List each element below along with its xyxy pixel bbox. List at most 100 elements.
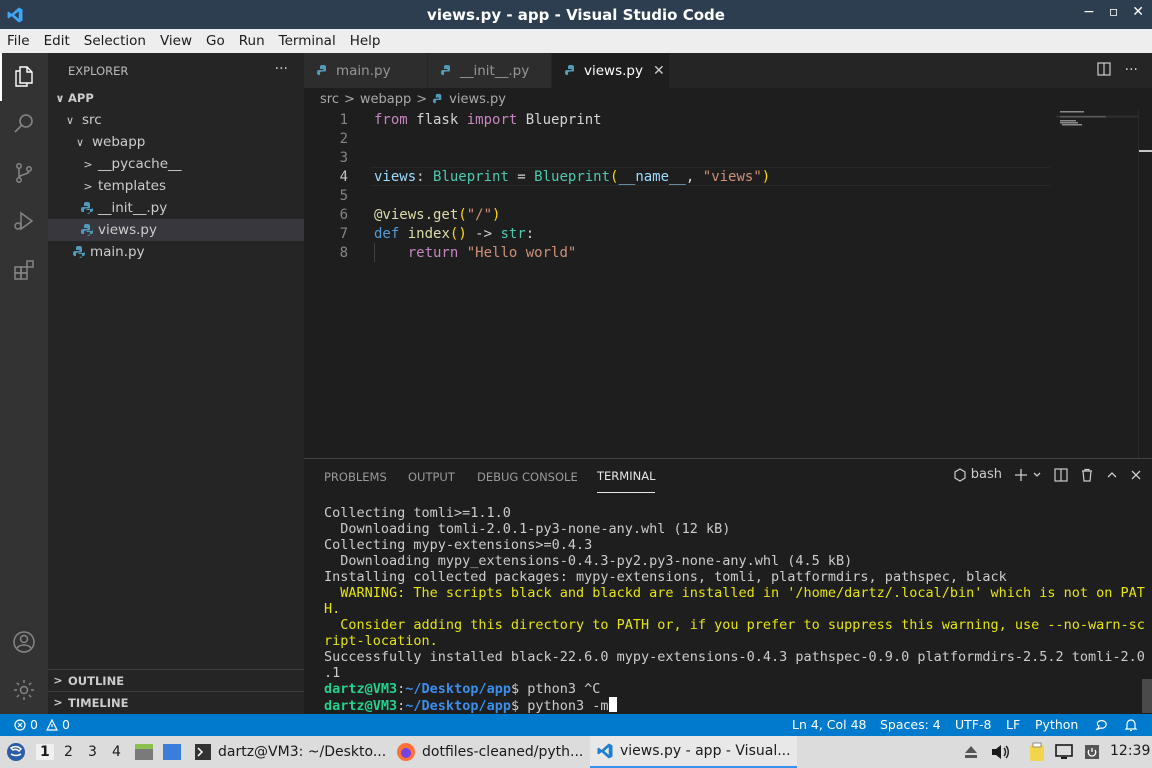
- minimize-button[interactable]: −: [1083, 4, 1095, 20]
- account-icon[interactable]: [12, 630, 36, 654]
- code-editor[interactable]: 1 from flask import Blueprint 2 3 4 view…: [304, 110, 1152, 458]
- task-firefox[interactable]: dotfiles-cleaned/pyth...: [392, 736, 587, 768]
- terminal-shell-icon: [954, 467, 966, 482]
- editor-scrollbar[interactable]: [1138, 110, 1152, 458]
- terminal-app-icon: [195, 744, 211, 760]
- indentation-status[interactable]: Spaces: 4: [880, 717, 941, 732]
- clipboard-icon[interactable]: [1028, 742, 1046, 762]
- tab-label: main.py: [336, 62, 391, 79]
- tab-init-py[interactable]: __init__.py: [428, 53, 552, 88]
- terminal-line: Successfully installed black-22.6.0 mypy…: [324, 649, 1145, 665]
- tab-problems[interactable]: PROBLEMS: [324, 459, 387, 494]
- python-file-icon: [81, 202, 93, 214]
- add-terminal-icon[interactable]: [1014, 468, 1028, 482]
- outline-section[interactable]: > OUTLINE: [48, 669, 304, 691]
- maximize-button[interactable]: ▫: [1109, 4, 1119, 20]
- tree-folder-app[interactable]: ∨ APP: [48, 87, 304, 109]
- tab-main-py[interactable]: main.py: [304, 53, 428, 88]
- close-window-button[interactable]: ✕: [1132, 4, 1144, 20]
- task-terminal[interactable]: dartz@VM3: ~/Deskto...: [190, 736, 390, 768]
- menu-bar: File Edit Selection View Go Run Terminal…: [0, 29, 1152, 53]
- title-bar: views.py - app - Visual Studio Code − ▫ …: [0, 0, 1152, 29]
- extensions-icon[interactable]: [12, 258, 36, 282]
- network-icon[interactable]: [1054, 743, 1074, 761]
- breadcrumb-views[interactable]: views.py: [449, 92, 506, 107]
- tab-terminal[interactable]: TERMINAL: [597, 460, 656, 493]
- code-line-2: 2: [304, 129, 1054, 148]
- split-terminal-icon[interactable]: [1054, 467, 1068, 482]
- task-label: dotfiles-cleaned/pyth...: [422, 744, 584, 760]
- task-vscode[interactable]: views.py - app - Visual...: [590, 736, 797, 768]
- run-debug-icon[interactable]: [12, 209, 36, 233]
- menu-terminal[interactable]: Terminal: [272, 33, 343, 49]
- tree-folder-pycache[interactable]: > __pycache__: [48, 153, 304, 175]
- tree-folder-src[interactable]: ∨ src: [48, 109, 304, 131]
- terminal-line: Installing collected packages: mypy-exte…: [324, 569, 1007, 585]
- terminal-line: .1: [324, 665, 341, 681]
- encoding-status[interactable]: UTF-8: [955, 717, 991, 732]
- window-title: views.py - app - Visual Studio Code: [427, 5, 725, 24]
- workspace-1[interactable]: 1: [36, 744, 54, 760]
- start-menu-icon[interactable]: [6, 742, 26, 762]
- source-control-icon[interactable]: [12, 161, 36, 185]
- eject-icon[interactable]: [962, 743, 980, 761]
- tree-file-views[interactable]: views.py: [48, 219, 304, 241]
- terminal-prompt-line: dartz@VM3:~/Desktop/app$ python3 -m: [324, 697, 617, 714]
- error-icon: [14, 718, 26, 731]
- maximize-panel-icon[interactable]: [1106, 469, 1118, 481]
- menu-run[interactable]: Run: [232, 33, 272, 49]
- workspace-2[interactable]: 2: [64, 744, 73, 760]
- activity-bar: [0, 53, 48, 714]
- menu-selection[interactable]: Selection: [77, 33, 153, 49]
- split-editor-icon[interactable]: [1097, 62, 1111, 76]
- breadcrumb-separator: >: [343, 91, 355, 107]
- explorer-more-button[interactable]: ···: [275, 61, 288, 77]
- minimap[interactable]: [1056, 110, 1138, 150]
- menu-go[interactable]: Go: [199, 33, 232, 49]
- tree-folder-templates[interactable]: > templates: [48, 175, 304, 197]
- chevron-down-icon[interactable]: [1032, 470, 1042, 480]
- breadcrumb-src[interactable]: src: [320, 92, 339, 107]
- clock[interactable]: 12:39: [1110, 743, 1150, 759]
- volume-icon[interactable]: [990, 743, 1010, 761]
- settings-gear-icon[interactable]: [12, 678, 36, 702]
- chevron-down-icon: ∨: [75, 135, 85, 149]
- close-panel-icon[interactable]: [1130, 469, 1142, 481]
- tree-file-main[interactable]: main.py: [48, 241, 304, 263]
- feedback-icon[interactable]: [1094, 718, 1108, 732]
- tab-output[interactable]: OUTPUT: [408, 459, 455, 494]
- workspace-4[interactable]: 4: [112, 744, 121, 760]
- editor-tabs: main.py __init__.py views.py ✕ ···: [304, 53, 1152, 88]
- timeline-section[interactable]: > TIMELINE: [48, 691, 304, 713]
- terminal-warning-line: ript-location.: [324, 633, 438, 649]
- eol-status[interactable]: LF: [1006, 717, 1020, 732]
- search-icon[interactable]: [12, 112, 36, 136]
- menu-file[interactable]: File: [0, 33, 37, 49]
- shell-name[interactable]: bash: [971, 467, 1002, 482]
- menu-edit[interactable]: Edit: [37, 33, 77, 49]
- trash-icon[interactable]: [1080, 468, 1094, 482]
- tab-views-py[interactable]: views.py ✕: [552, 53, 670, 88]
- tree-file-init[interactable]: __init__.py: [48, 197, 304, 219]
- problems-status[interactable]: 0 0: [14, 717, 70, 732]
- terminal-line: Collecting mypy-extensions>=0.4.3: [324, 537, 593, 553]
- power-icon[interactable]: [1084, 744, 1100, 760]
- close-tab-icon[interactable]: ✕: [653, 63, 665, 79]
- cursor-position[interactable]: Ln 4, Col 48: [792, 717, 867, 732]
- workspace-3[interactable]: 3: [88, 744, 97, 760]
- terminal-scrollbar[interactable]: [1142, 679, 1152, 713]
- editor-more-icon[interactable]: ···: [1125, 62, 1138, 78]
- language-mode[interactable]: Python: [1035, 717, 1078, 732]
- file-manager-icon[interactable]: [134, 743, 154, 761]
- terminal-prompt-line: dartz@VM3:~/Desktop/app$ pthon3 ^C: [324, 681, 601, 697]
- menu-view[interactable]: View: [153, 33, 199, 49]
- breadcrumb-webapp[interactable]: webapp: [360, 92, 411, 107]
- show-desktop-icon[interactable]: [162, 743, 182, 761]
- notifications-bell-icon[interactable]: [1124, 718, 1138, 732]
- breadcrumb: src > webapp > views.py: [304, 88, 1152, 110]
- tree-folder-webapp[interactable]: ∨ webapp: [48, 131, 304, 153]
- tab-label: views.py: [584, 62, 643, 79]
- explorer-icon[interactable]: [12, 64, 36, 88]
- tab-debug-console[interactable]: DEBUG CONSOLE: [477, 459, 578, 494]
- menu-help[interactable]: Help: [343, 33, 388, 49]
